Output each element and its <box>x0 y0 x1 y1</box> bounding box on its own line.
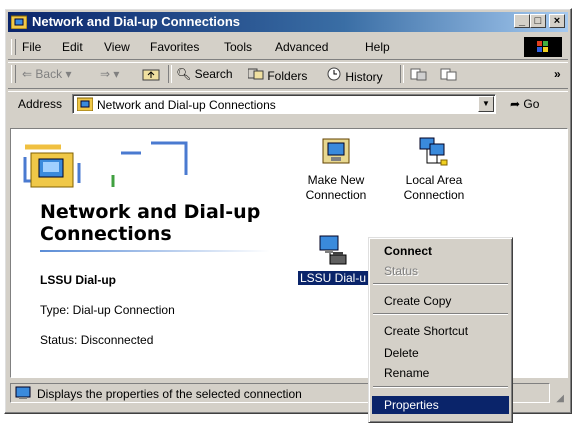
forward-button[interactable]: ⇒ ▾ <box>100 67 119 81</box>
make-new-connection-item[interactable]: Make New Connection <box>296 135 376 203</box>
ctx-properties[interactable]: Properties <box>372 396 509 414</box>
menu-edit[interactable]: Edit <box>62 40 83 54</box>
history-label: History <box>345 70 383 84</box>
menu-tools[interactable]: Tools <box>224 40 252 54</box>
menu-bar: File Edit View Favorites Tools Advanced … <box>8 36 568 58</box>
address-bar: Address Network and Dial-up Connections … <box>8 91 568 117</box>
chevron-down-icon: ▼ <box>482 99 490 108</box>
window-title: Network and Dial-up Connections <box>32 14 241 29</box>
lan-line1: Local Area <box>405 173 463 187</box>
page-title: Network and Dial-up Connections <box>40 201 261 245</box>
windows-flag-icon <box>537 41 548 52</box>
ctx-separator-3 <box>373 386 508 388</box>
menu-grip <box>11 39 16 55</box>
folders-icon <box>247 68 264 80</box>
back-arrow-icon: ⇐ <box>22 67 33 81</box>
copy-to-button[interactable] <box>440 67 458 84</box>
menu-view[interactable]: View <box>104 40 130 54</box>
folders-label: Folders <box>267 69 308 83</box>
status-computer-icon <box>15 386 31 399</box>
forward-dropdown-icon: ▾ <box>113 67 120 81</box>
ctx-delete[interactable]: Delete <box>372 344 509 362</box>
go-button[interactable]: ➦ Go <box>510 97 539 111</box>
go-arrow-icon: ➦ <box>510 97 521 111</box>
search-button[interactable]: 🔍︎ Search <box>176 67 233 81</box>
resize-grip-icon[interactable]: ◢ <box>556 393 564 404</box>
move-to-button[interactable] <box>410 67 428 84</box>
toolbar-grip <box>11 65 16 83</box>
local-area-connection-item[interactable]: Local Area Connection <box>394 135 474 203</box>
network-folder-icon <box>11 15 27 29</box>
make-new-line1: Make New <box>307 173 365 187</box>
history-icon <box>327 67 341 81</box>
search-icon: 🔍︎ <box>176 67 192 81</box>
back-button[interactable]: ⇐ Back ▾ <box>22 67 71 81</box>
up-folder-button[interactable] <box>142 67 160 84</box>
go-label: Go <box>523 97 540 111</box>
address-value: Network and Dial-up Connections <box>97 98 276 112</box>
forward-arrow-icon: ⇒ <box>100 67 111 81</box>
ctx-create-shortcut[interactable]: Create Shortcut <box>372 322 509 340</box>
web-view-pane: Network and Dial-up Connections LSSU Dia… <box>11 129 271 377</box>
menu-favorites[interactable]: Favorites <box>150 40 199 54</box>
menu-help[interactable]: Help <box>365 40 390 54</box>
make-new-connection-icon <box>322 138 350 164</box>
lan-connection-icon <box>419 137 448 166</box>
ctx-separator-2 <box>373 313 508 315</box>
address-label: Address <box>18 97 63 111</box>
up-folder-icon <box>142 69 160 81</box>
ctx-separator-1 <box>373 283 508 285</box>
copy-to-icon <box>440 68 457 81</box>
toolbar-separator-2 <box>400 65 404 83</box>
standard-toolbar: ⇐ Back ▾ ⇒ ▾ 🔍︎ Search Folders History » <box>8 61 568 87</box>
ctx-create-copy[interactable]: Create Copy <box>372 292 509 310</box>
minimize-button[interactable]: _ <box>514 14 530 28</box>
move-to-icon <box>410 68 427 81</box>
folder-banner-graphic <box>23 141 188 188</box>
menu-advanced[interactable]: Advanced <box>275 40 328 54</box>
lssu-dialup-label: LSSU Dial-u <box>297 271 369 285</box>
toolbar-separator <box>168 65 172 83</box>
dialup-connection-icon <box>319 235 347 265</box>
selected-item-type: Type: Dial-up Connection <box>40 303 175 317</box>
status-text: Displays the properties of the selected … <box>37 387 302 401</box>
address-dropdown-button[interactable]: ▼ <box>478 96 494 112</box>
selected-item-status: Status: Disconnected <box>40 333 154 347</box>
search-label: Search <box>194 67 233 81</box>
title-divider <box>40 250 270 252</box>
network-folder-small-icon <box>77 97 93 111</box>
ctx-rename[interactable]: Rename <box>372 364 509 382</box>
windows-logo <box>524 37 562 57</box>
toolbar-overflow-chevron-icon[interactable]: » <box>554 67 561 81</box>
back-label: Back <box>35 67 63 81</box>
menu-file[interactable]: File <box>22 40 41 54</box>
ctx-connect[interactable]: Connect <box>372 242 509 260</box>
back-dropdown-icon: ▾ <box>65 67 72 81</box>
history-button[interactable]: History <box>326 67 383 84</box>
maximize-button[interactable]: □ <box>530 14 546 28</box>
ctx-status: Status <box>384 264 419 278</box>
close-button[interactable]: × <box>549 14 565 28</box>
lssu-dialup-item[interactable]: LSSU Dial-u <box>293 233 373 286</box>
make-new-line2: Connection <box>305 188 367 202</box>
address-input[interactable]: Network and Dial-up Connections ▼ <box>72 94 496 114</box>
context-menu: Connect Status Create Copy Create Shortc… <box>368 237 513 423</box>
folders-button[interactable]: Folders <box>247 67 308 83</box>
title-bar[interactable]: Network and Dial-up Connections _ □ × <box>8 12 568 32</box>
selected-item-name: LSSU Dial-up <box>40 273 117 287</box>
lan-line2: Connection <box>403 188 465 202</box>
